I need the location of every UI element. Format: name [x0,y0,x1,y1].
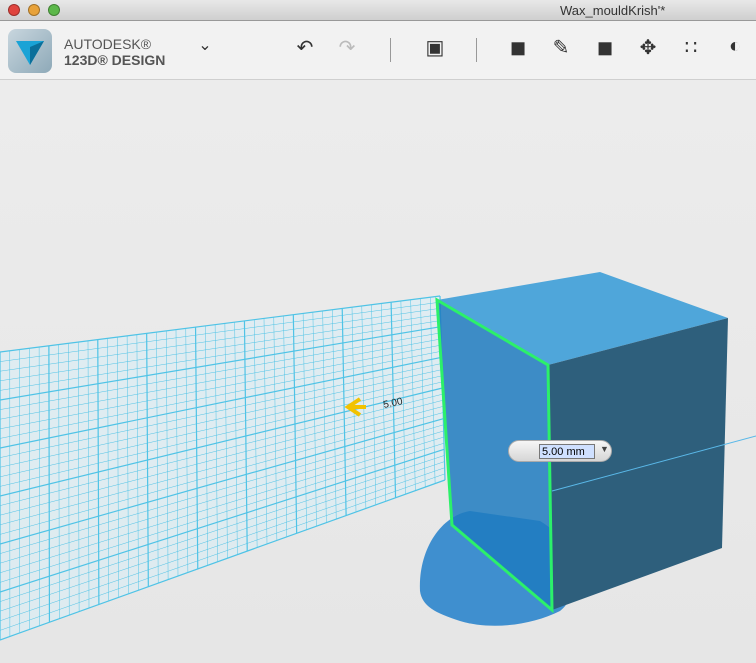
app-logo[interactable] [8,29,52,73]
window-title: Wax_mouldKrish'* [560,3,666,18]
construct-icon[interactable]: ◼ [590,35,620,60]
box-right-face [548,318,728,610]
grid-plane [0,295,446,641]
title-bar: Wax_mouldKrish'* [0,0,756,21]
dimension-value-field[interactable] [539,444,595,459]
brand-product: 123D® DESIGN [64,52,166,68]
modify-icon[interactable]: ✥ [633,35,663,60]
transform-icon[interactable]: ▣ [420,35,450,60]
app-menu-chevron-icon[interactable]: ⌄ [190,35,220,55]
dimension-input[interactable]: ▼ [508,440,612,462]
redo-icon[interactable]: ↷ [332,35,362,60]
close-window-button[interactable] [8,4,20,16]
pattern-icon[interactable]: ∷ [676,35,706,60]
minimize-window-button[interactable] [28,4,40,16]
grid-background [0,296,445,640]
zoom-window-button[interactable] [48,4,60,16]
undo-icon[interactable]: ↶ [290,35,320,60]
combine-icon[interactable]: ◐ [720,35,750,58]
primitives-icon[interactable]: ◼ [503,35,533,60]
toolbar: AUTODESK® 123D® DESIGN ⌄ ↶ ↷ ▣ ◼ ✎ ◼ ✥ ∷… [0,21,756,80]
scene[interactable]: 5.00 [0,81,756,663]
3d-viewport[interactable]: 5.00 [0,81,756,663]
sketch-icon[interactable]: ✎ [546,35,576,60]
brand-autodesk: AUTODESK® [64,36,152,52]
dimension-dropdown-icon[interactable]: ▼ [600,444,609,454]
